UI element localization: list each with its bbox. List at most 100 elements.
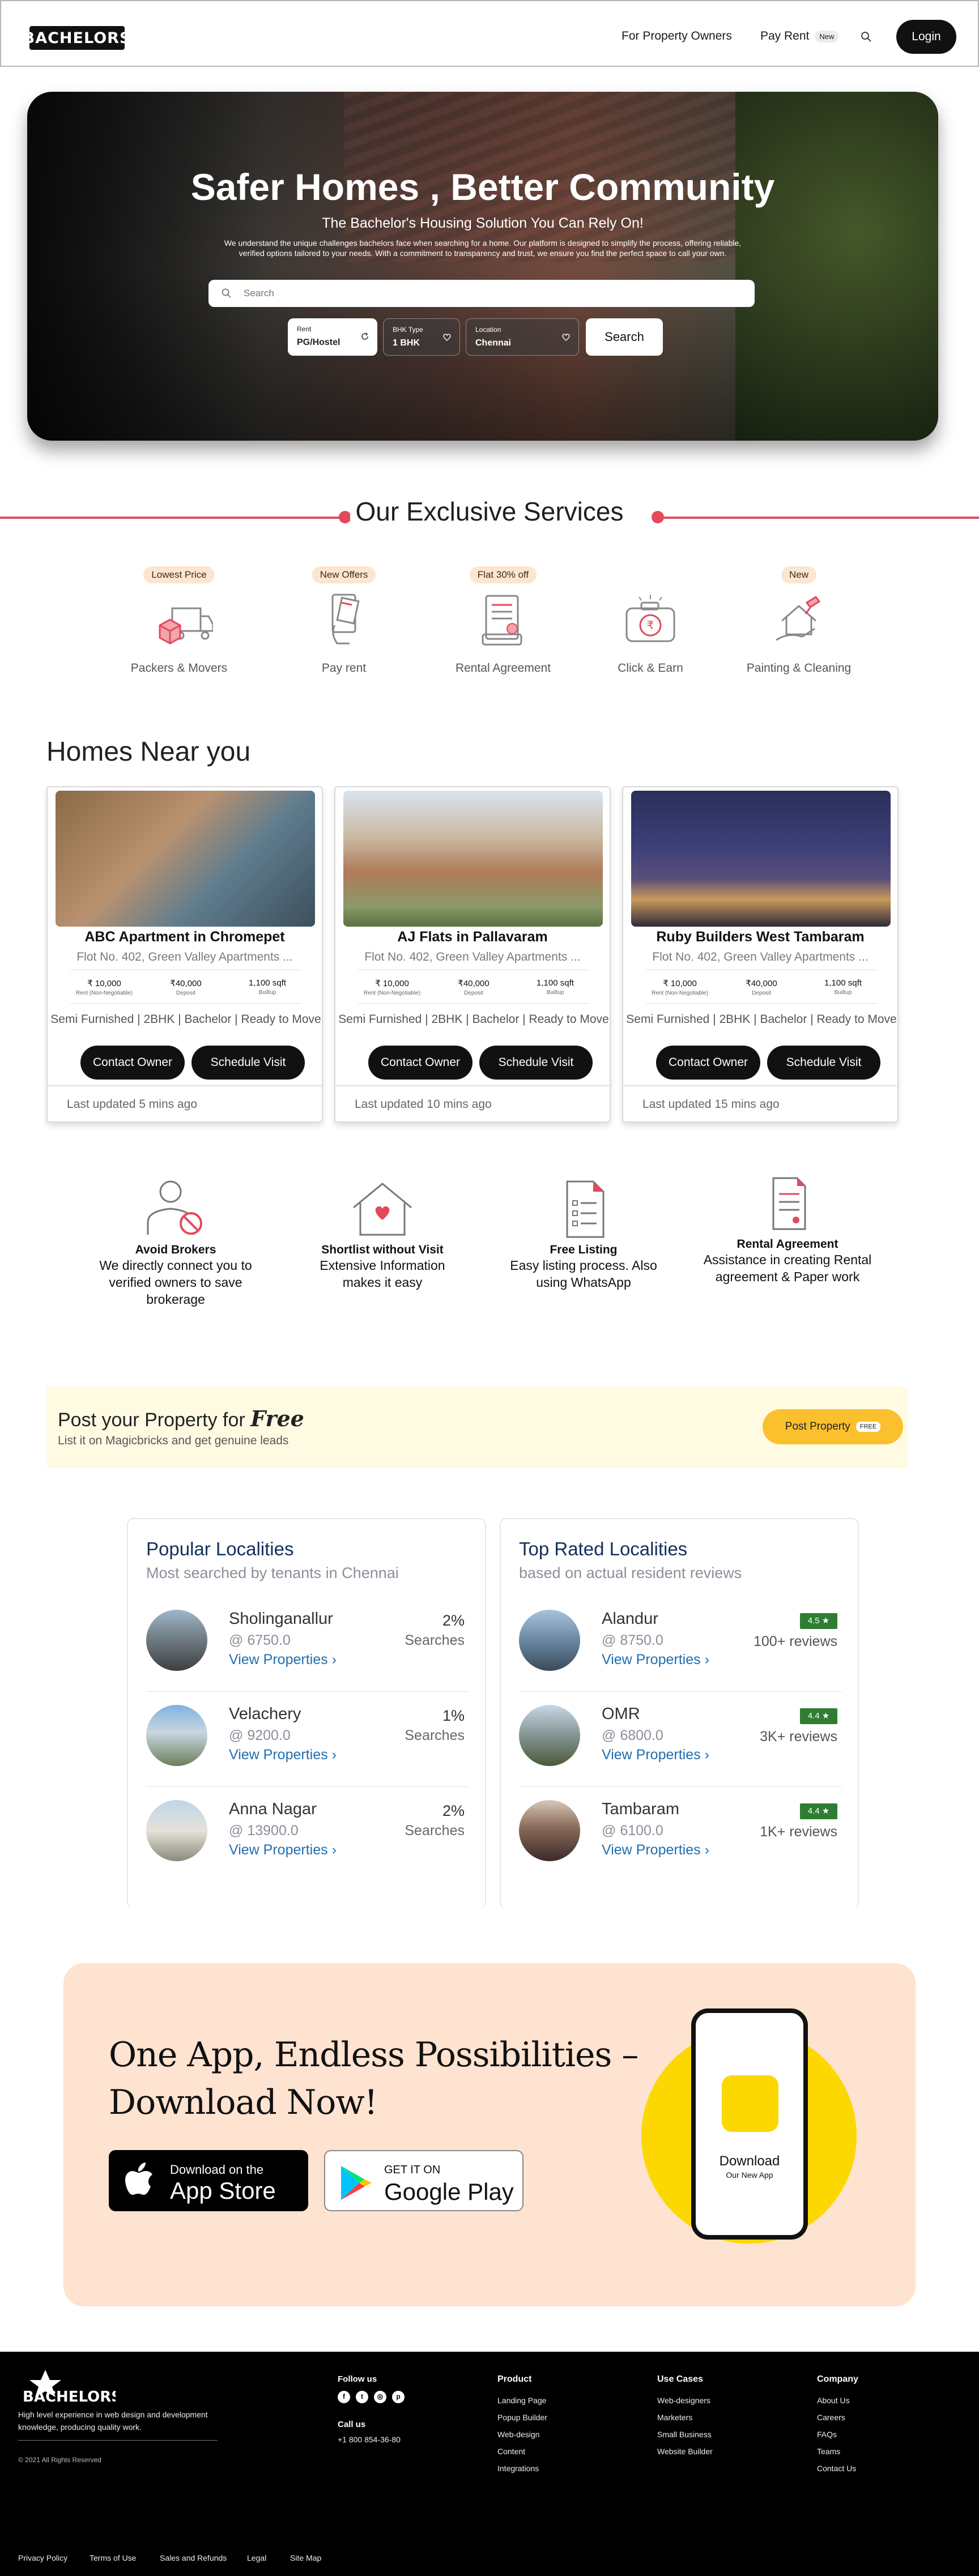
bachelors-logo[interactable]: BACHELORS: [23, 26, 130, 50]
google-play-big: Google Play: [384, 2178, 514, 2205]
terms-of-use-link[interactable]: Terms of Use: [90, 2553, 136, 2562]
pay-rent-link[interactable]: Pay Rent New: [760, 29, 839, 43]
view-properties-link[interactable]: View Properties ›: [229, 1842, 337, 1858]
contact-owner-button[interactable]: Contact Owner: [368, 1046, 473, 1080]
reviews-count: 100+ reviews: [754, 1634, 837, 1649]
footer-link[interactable]: Integrations: [497, 2464, 547, 2473]
service-tag: New: [781, 566, 816, 583]
locality-row: Alandur @ 8750.0 View Properties › 4.5 ★…: [519, 1610, 842, 1705]
twitter-icon[interactable]: t: [356, 2391, 368, 2403]
service-packers-movers[interactable]: Lowest Price Packers & Movers: [117, 566, 241, 675]
search-percent: 2%: [442, 1802, 465, 1819]
search-input[interactable]: [244, 285, 731, 301]
apple-icon: [125, 2163, 152, 2195]
bhk-type-value: 1 BHK: [393, 338, 420, 348]
footer-link[interactable]: Web-design: [497, 2430, 547, 2439]
view-properties-label: View Properties: [229, 1652, 328, 1667]
view-properties-link[interactable]: View Properties ›: [602, 1652, 709, 1668]
service-painting-cleaning[interactable]: New Painting & Cleaning: [737, 566, 861, 675]
deposit-stat: ₹40,000 Deposit: [152, 978, 220, 996]
service-rental-agreement[interactable]: Flat 30% off Rental Agreement: [441, 566, 565, 675]
area-stat: 1,100 sqft Builtup: [233, 978, 301, 996]
privacy-policy-link[interactable]: Privacy Policy: [18, 2553, 67, 2562]
bhk-type-select[interactable]: BHK Type 1 BHK: [383, 318, 460, 356]
area-stat: 1,100 sqft Builtup: [809, 978, 877, 996]
search-button[interactable]: Search: [586, 318, 663, 356]
footer-link[interactable]: Teams: [817, 2447, 858, 2456]
sales-refunds-link[interactable]: Sales and Refunds: [160, 2553, 227, 2562]
service-click-earn[interactable]: ₹ Click & Earn: [588, 566, 713, 675]
schedule-visit-button[interactable]: Schedule Visit: [191, 1046, 305, 1080]
footer-link[interactable]: Landing Page: [497, 2396, 547, 2405]
login-button[interactable]: Login: [896, 20, 956, 54]
pinterest-icon[interactable]: p: [392, 2391, 405, 2403]
popular-localities-panel: Popular Localities Most searched by tena…: [127, 1518, 486, 1909]
footer-link[interactable]: Popup Builder: [497, 2413, 547, 2422]
service-tag: New Offers: [312, 566, 376, 583]
footer-link[interactable]: Contact Us: [817, 2464, 858, 2473]
contact-owner-button[interactable]: Contact Owner: [80, 1046, 185, 1080]
view-properties-link[interactable]: View Properties ›: [602, 1842, 709, 1858]
feature-desc: We directly connect you to verified owne…: [99, 1258, 252, 1307]
social-links: f t ◎ p: [338, 2391, 410, 2406]
locality-name: Tambaram: [602, 1800, 679, 1818]
view-properties-link[interactable]: View Properties ›: [602, 1747, 709, 1763]
copyright: © 2021 All Rights Reserved: [18, 2456, 101, 2464]
top-rated-title: Top Rated Localities: [519, 1538, 688, 1559]
footer-logo[interactable]: BACHELORS: [18, 2369, 116, 2405]
app-download-section: One App, Endless Possibilities – Download…: [63, 1963, 916, 2306]
facebook-icon[interactable]: f: [338, 2391, 350, 2403]
view-properties-link[interactable]: View Properties ›: [229, 1652, 337, 1668]
post-property-banner: Post your Property for Free List it on M…: [46, 1387, 908, 1468]
card-payment-icon: [310, 591, 378, 654]
reviews-count: 1K+ reviews: [760, 1824, 837, 1840]
property-card[interactable]: ABC Apartment in Chromepet Flot No. 402,…: [46, 786, 323, 1123]
locality-price: @ 6750.0: [229, 1632, 291, 1648]
schedule-visit-button[interactable]: Schedule Visit: [767, 1046, 880, 1080]
phone-number[interactable]: +1 800 854-36-80: [338, 2435, 410, 2444]
hero-search-bar[interactable]: [208, 280, 755, 307]
searches-label: Searches: [405, 1823, 465, 1839]
locality-row: Tambaram @ 6100.0 View Properties › 4.4 …: [519, 1800, 842, 1895]
footer-link[interactable]: About Us: [817, 2396, 858, 2405]
hero-description: We understand the unique challenges bach…: [224, 238, 742, 258]
instagram-icon[interactable]: ◎: [374, 2391, 386, 2403]
rent-label: Rent (Non-Negotiable): [651, 990, 709, 996]
feature-title: Free Listing: [550, 1243, 618, 1256]
schedule-visit-button[interactable]: Schedule Visit: [479, 1046, 593, 1080]
site-map-link[interactable]: Site Map: [290, 2553, 321, 2562]
services-title: Our Exclusive Services: [0, 496, 979, 527]
app-store-button[interactable]: Download on the App Store: [109, 2150, 308, 2211]
footer-link[interactable]: Website Builder: [657, 2447, 713, 2456]
footer-link[interactable]: FAQs: [817, 2430, 858, 2439]
view-properties-label: View Properties: [229, 1842, 328, 1858]
search-icon[interactable]: [860, 31, 872, 43]
location-select[interactable]: Location Chennai: [466, 318, 579, 356]
service-pay-rent[interactable]: New Offers Pay rent: [282, 566, 406, 675]
property-card[interactable]: Ruby Builders West Tambaram Flot No. 402…: [622, 786, 899, 1123]
legal-link[interactable]: Legal: [247, 2553, 266, 2562]
contact-owner-button[interactable]: Contact Owner: [656, 1046, 760, 1080]
row-divider: [519, 1786, 842, 1787]
footer-link[interactable]: Web-designers: [657, 2396, 713, 2405]
listing-icon: [566, 1180, 605, 1238]
hero-tree-image: [735, 92, 938, 441]
service-tag: Flat 30% off: [469, 566, 537, 583]
view-properties-link[interactable]: View Properties ›: [229, 1747, 337, 1763]
post-property-button[interactable]: Post Property FREE: [763, 1409, 903, 1444]
footer-follow-col: Follow us f t ◎ p Call us +1 800 854-36-80: [338, 2374, 410, 2452]
rent-value: ₹ 10,000: [87, 979, 121, 988]
footer-link[interactable]: Small Business: [657, 2430, 713, 2439]
footer-link[interactable]: Marketers: [657, 2413, 713, 2422]
footer-link[interactable]: Content: [497, 2447, 547, 2456]
footer-link[interactable]: Careers: [817, 2413, 858, 2422]
chevron-right-icon: ›: [331, 1747, 337, 1763]
rent-type-select[interactable]: Rent PG/Hostel: [288, 318, 377, 356]
property-title: ABC Apartment in Chromepet: [84, 929, 285, 945]
google-play-button[interactable]: GET IT ON Google Play: [324, 2150, 523, 2211]
search-icon: [222, 288, 231, 298]
area-value: 1,100 sqft: [824, 978, 862, 988]
property-card[interactable]: AJ Flats in Pallavaram Flot No. 402, Gre…: [334, 786, 611, 1123]
property-address: Flot No. 402, Green Valley Apartments ..…: [76, 950, 293, 963]
for-property-owners-link[interactable]: For Property Owners: [622, 29, 732, 43]
